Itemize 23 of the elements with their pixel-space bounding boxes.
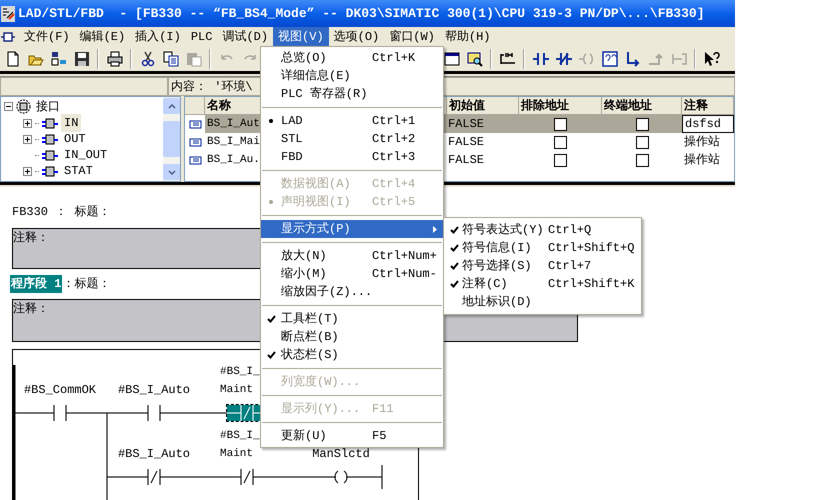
table-cell-text: 操作站 [683, 152, 721, 169]
table-cell: FALSE [447, 115, 519, 133]
table-cell-text: BS_I_Mai [206, 134, 259, 150]
table-cell-text: 操作站 [683, 134, 721, 151]
table-cell: BS_I_Aut [205, 115, 259, 133]
comment-label: 注释： [13, 302, 49, 316]
operand-label: #BS_I_ [220, 429, 260, 444]
block-title: FB330 ： 标题： [12, 205, 112, 219]
operand-label: #BS_I_Auto [118, 446, 190, 463]
operand-label: Maint [220, 447, 254, 462]
table-cell-text: FALSE [447, 152, 486, 169]
table-cell: dsfsd [682, 115, 734, 133]
operand-label: #BS_I_Auto [118, 382, 190, 399]
operand-label: Maint [220, 383, 254, 398]
operand-label: #BS_I_ [220, 365, 260, 380]
network-title: ：标题： [62, 276, 110, 293]
comment-label: 注释： [13, 231, 49, 245]
operand-label: #BS_CommOK [24, 382, 96, 399]
operand-label: ManSlctd [312, 446, 370, 463]
content-path: 内容： '环境\ [171, 78, 253, 96]
table-cell-text: FALSE [447, 134, 486, 151]
table-cell-text: BS_I_Au. [206, 152, 259, 168]
window-title: LAD/STL/FBD - [FB330 -- “FB_BS4_Mode” -- DK03\SIMATIC 300(1)\CPU 319-3 PN/DP\...\FB330] [18, 4, 705, 23]
